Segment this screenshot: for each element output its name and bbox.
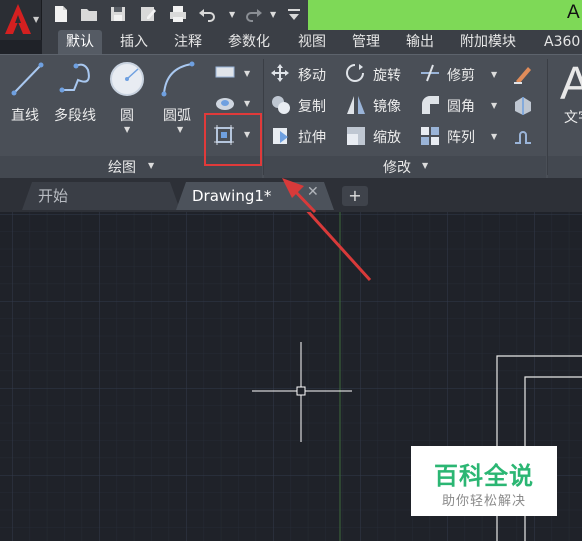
erase-icon[interactable] bbox=[512, 63, 534, 85]
watermark: 百科全说 助你轻松解决 bbox=[411, 446, 557, 516]
print-icon[interactable] bbox=[169, 5, 187, 23]
annotation-panel-footer bbox=[548, 156, 582, 178]
move-label[interactable]: 移动 bbox=[298, 65, 326, 85]
arc-tool-icon[interactable] bbox=[160, 60, 198, 98]
move-icon[interactable] bbox=[270, 63, 290, 83]
panel-divider bbox=[263, 59, 264, 175]
fillet-dropdown-icon[interactable]: ▼ bbox=[491, 101, 497, 110]
copy-label[interactable]: 复制 bbox=[298, 96, 326, 116]
scale-label[interactable]: 缩放 bbox=[373, 127, 401, 147]
offset-icon[interactable] bbox=[512, 125, 534, 147]
pointer-arrow-icon bbox=[282, 178, 317, 214]
fillet-label[interactable]: 圆角 bbox=[447, 96, 475, 116]
hatch-tool-icon[interactable] bbox=[214, 94, 236, 112]
redo-dropdown-icon[interactable]: ▼ bbox=[270, 10, 276, 19]
ribbon-tab-bar: 默认 插入 注释 参数化 视图 管理 输出 附加模块 A360 bbox=[42, 30, 582, 54]
trim-icon[interactable] bbox=[419, 63, 441, 83]
watermark-title: 百科全说 bbox=[434, 462, 534, 490]
polyline-tool-label[interactable]: 多段线 bbox=[54, 105, 96, 125]
title-bar: A ▼ ▼ bbox=[0, 0, 582, 30]
scale-icon[interactable] bbox=[345, 125, 367, 147]
array-icon[interactable] bbox=[419, 125, 441, 147]
circle-dropdown-icon[interactable]: ▼ bbox=[124, 125, 130, 134]
polyline-tool-icon[interactable] bbox=[58, 60, 98, 98]
trim-label[interactable]: 修剪 bbox=[447, 65, 475, 85]
tab-annotate[interactable]: 注释 bbox=[166, 30, 210, 54]
new-file-icon[interactable] bbox=[52, 5, 70, 23]
rectangle-tool-icon[interactable] bbox=[214, 64, 236, 80]
save-as-icon[interactable] bbox=[139, 5, 157, 23]
circle-tool-icon[interactable] bbox=[108, 60, 146, 98]
hatch-dropdown-icon[interactable]: ▼ bbox=[244, 99, 250, 108]
line-tool-icon[interactable] bbox=[10, 60, 46, 98]
stretch-label[interactable]: 拉伸 bbox=[298, 127, 326, 147]
open-folder-icon[interactable] bbox=[80, 5, 98, 23]
rotate-icon[interactable] bbox=[345, 63, 365, 83]
redo-icon[interactable] bbox=[245, 5, 263, 23]
watermark-subtitle: 助你轻松解决 bbox=[441, 494, 526, 509]
undo-icon[interactable] bbox=[198, 5, 216, 23]
array-dropdown-icon[interactable]: ▼ bbox=[491, 132, 497, 141]
tab-insert[interactable]: 插入 bbox=[112, 30, 156, 54]
trim-dropdown-icon[interactable]: ▼ bbox=[491, 70, 497, 79]
tab-parametric[interactable]: 参数化 bbox=[220, 30, 278, 54]
tab-drawing1-label: Drawing1* bbox=[192, 187, 272, 205]
save-icon[interactable] bbox=[109, 5, 127, 23]
tab-addins[interactable]: 附加模块 bbox=[452, 30, 524, 54]
arc-dropdown-icon[interactable]: ▼ bbox=[177, 125, 183, 134]
mirror-icon[interactable] bbox=[345, 94, 367, 116]
tab-a360[interactable]: A360 bbox=[536, 30, 582, 54]
circle-tool-label[interactable]: 圆 bbox=[120, 105, 134, 125]
undo-dropdown-icon[interactable]: ▼ bbox=[229, 10, 235, 19]
tab-manage[interactable]: 管理 bbox=[344, 30, 388, 54]
copy-icon[interactable] bbox=[270, 94, 292, 116]
text-tool-label[interactable]: 文字 bbox=[564, 107, 582, 127]
new-tab-button[interactable]: + bbox=[342, 186, 368, 206]
application-menu-caret-icon: ▼ bbox=[33, 15, 40, 24]
fillet-icon[interactable] bbox=[419, 94, 441, 116]
text-tool-icon[interactable]: A bbox=[560, 56, 582, 110]
stretch-icon[interactable] bbox=[270, 125, 292, 147]
array-label[interactable]: 阵列 bbox=[447, 127, 475, 147]
draw-panel-title[interactable]: 绘图 bbox=[108, 157, 136, 177]
mirror-label[interactable]: 镜像 bbox=[373, 96, 401, 116]
application-menu-button[interactable]: ▼ bbox=[0, 0, 42, 40]
tab-default[interactable]: 默认 bbox=[58, 30, 102, 54]
arc-tool-label[interactable]: 圆弧 bbox=[163, 105, 191, 125]
draw-panel-expand-icon[interactable]: ▼ bbox=[148, 161, 154, 170]
rotate-label[interactable]: 旋转 bbox=[373, 65, 401, 85]
panel-divider bbox=[547, 59, 548, 175]
explode-icon[interactable] bbox=[512, 94, 534, 116]
line-tool-label[interactable]: 直线 bbox=[11, 105, 39, 125]
modify-panel-title[interactable]: 修改 bbox=[383, 157, 411, 177]
rectangle-dropdown-icon[interactable]: ▼ bbox=[244, 69, 250, 78]
tab-output[interactable]: 输出 bbox=[398, 30, 442, 54]
modify-panel-expand-icon[interactable]: ▼ bbox=[422, 161, 428, 170]
window-title: A bbox=[567, 2, 580, 23]
tab-start-label: 开始 bbox=[38, 187, 69, 205]
tab-start[interactable]: 开始 bbox=[22, 182, 180, 210]
autocad-logo-icon bbox=[5, 4, 31, 34]
highlight-box bbox=[204, 113, 262, 166]
crosshair-cursor-icon bbox=[252, 342, 352, 442]
customize-toolbar-icon[interactable] bbox=[285, 5, 303, 23]
tab-view[interactable]: 视图 bbox=[290, 30, 334, 54]
title-accent bbox=[308, 0, 582, 30]
